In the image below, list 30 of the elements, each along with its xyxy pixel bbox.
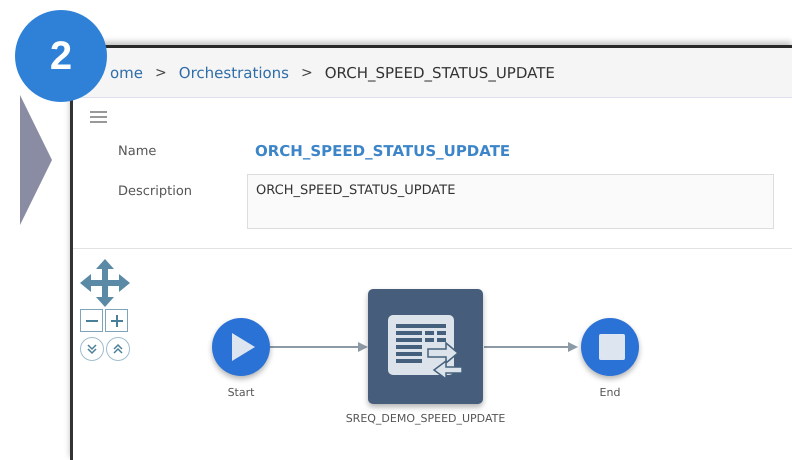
- start-node[interactable]: [212, 318, 270, 376]
- collapse-up-button[interactable]: [106, 337, 130, 361]
- zoom-out-button[interactable]: [80, 309, 103, 332]
- stop-icon: [599, 334, 625, 360]
- menu-icon[interactable]: [90, 111, 107, 123]
- triangle-pointer-icon: [20, 95, 52, 225]
- double-chevron-up-icon: [112, 343, 124, 355]
- breadcrumb-link[interactable]: Orchestrations: [178, 64, 289, 82]
- breadcrumb-current: ORCH_SPEED_STATUS_UPDATE: [324, 64, 555, 82]
- step-badge: 2: [15, 10, 107, 102]
- pan-icon[interactable]: [80, 259, 130, 307]
- task-node[interactable]: [368, 289, 483, 404]
- plus-icon: [110, 314, 124, 328]
- node-label: SREQ_DEMO_SPEED_UPDATE: [346, 412, 506, 425]
- end-node[interactable]: [581, 318, 639, 376]
- expand-down-button[interactable]: [80, 337, 104, 361]
- orchestration-name: ORCH_SPEED_STATUS_UPDATE: [255, 142, 512, 160]
- breadcrumb-link[interactable]: ome: [110, 64, 144, 82]
- play-icon: [230, 332, 256, 362]
- node-label: Start: [228, 386, 254, 399]
- breadcrumb-separator: >: [155, 64, 167, 80]
- breadcrumb-separator: >: [301, 64, 313, 80]
- double-chevron-down-icon: [86, 343, 98, 355]
- description-field[interactable]: ORCH_SPEED_STATUS_UPDATE: [247, 174, 774, 229]
- table-transfer-icon: [388, 314, 464, 378]
- node-label: End: [600, 386, 620, 399]
- minus-icon: [84, 320, 98, 322]
- field-label: Description: [118, 184, 194, 199]
- zoom-in-button[interactable]: [105, 309, 128, 332]
- field-label: Name: [118, 144, 158, 159]
